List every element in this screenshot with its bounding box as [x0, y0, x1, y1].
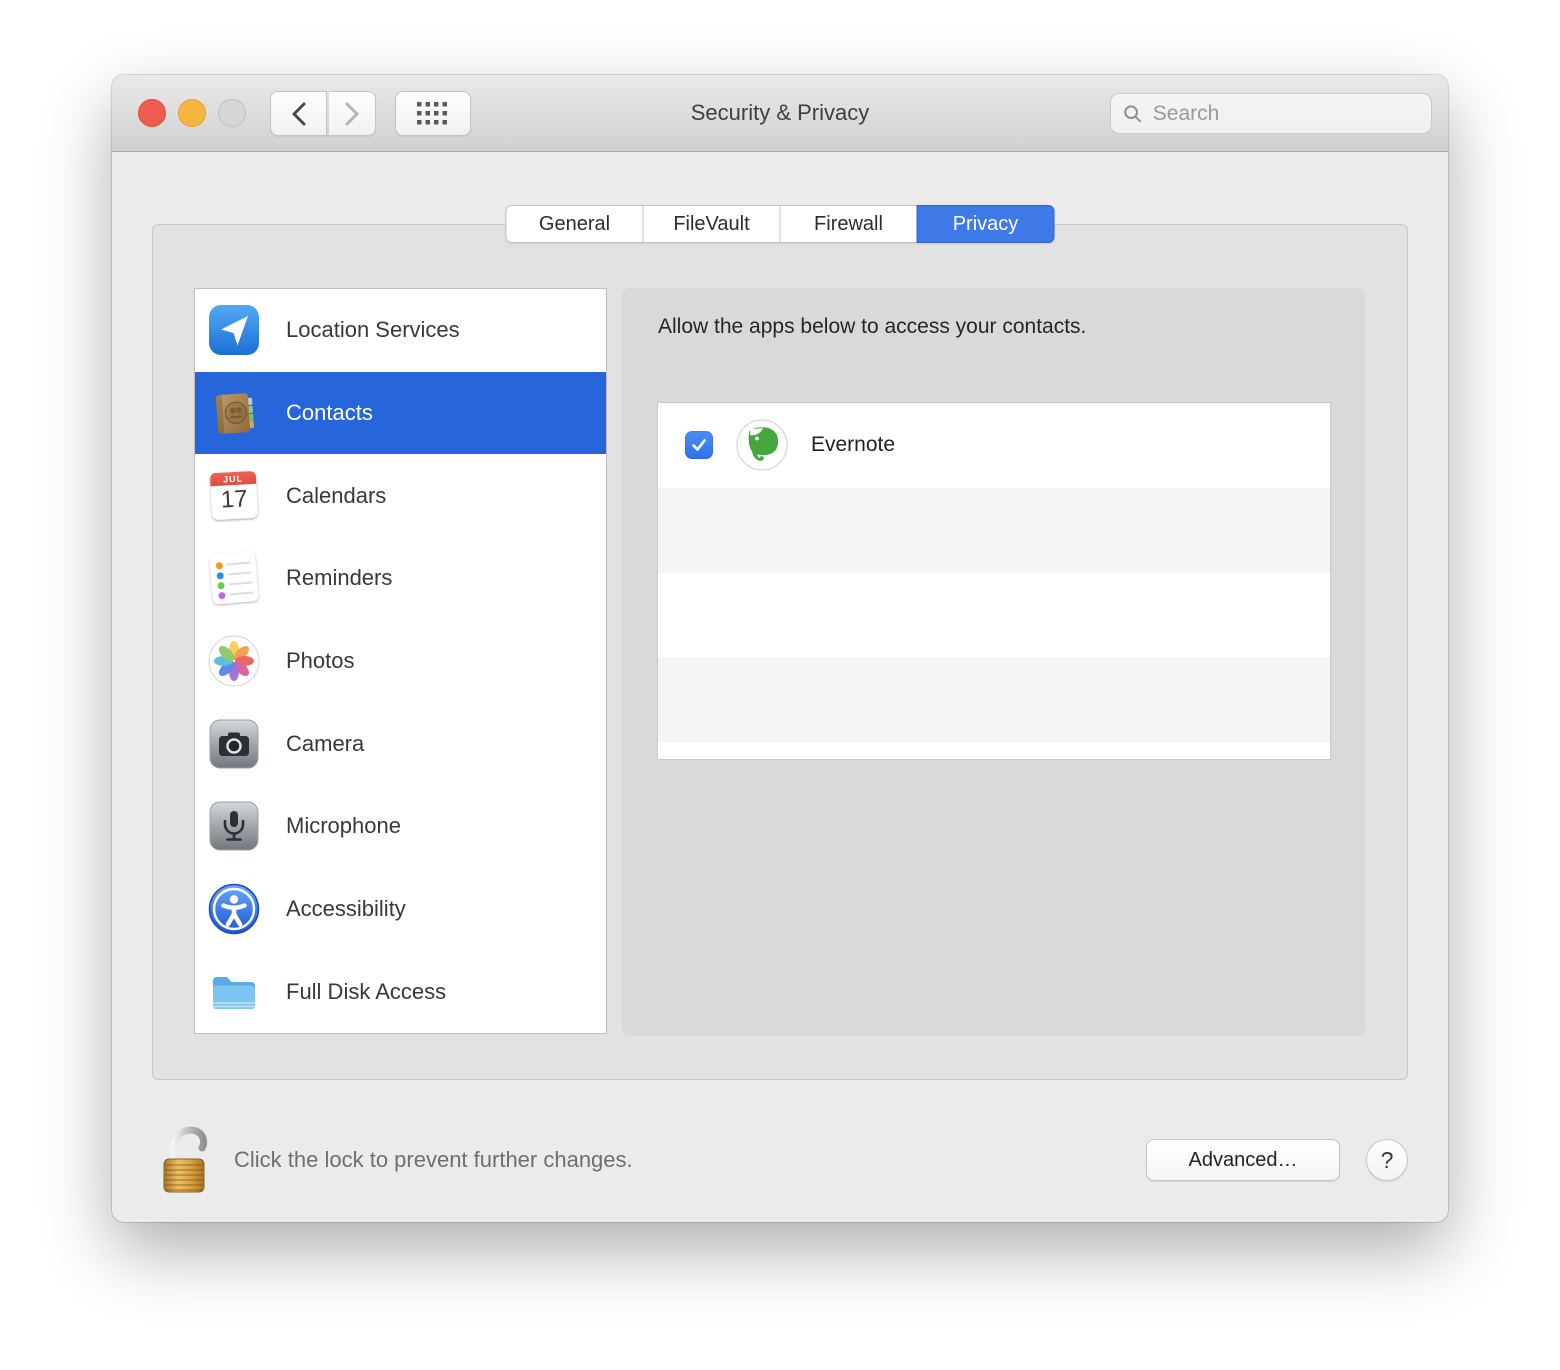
sidebar-item-accessibility[interactable]: Accessibility — [195, 868, 606, 951]
sidebar-item-label: Microphone — [286, 813, 401, 839]
reminders-list-icon — [208, 552, 260, 604]
sidebar-item-reminders[interactable]: Reminders — [195, 537, 606, 620]
tab-firewall[interactable]: Firewall — [780, 205, 918, 243]
window-title: Security & Privacy — [691, 100, 870, 126]
sidebar-item-label: Accessibility — [286, 896, 406, 922]
app-list: Evernote — [657, 402, 1331, 760]
titlebar[interactable]: Security & Privacy — [112, 75, 1448, 152]
security-privacy-window: Security & Privacy General FileVault Fir… — [112, 75, 1448, 1222]
sidebar-item-full-disk-access[interactable]: Full Disk Access — [195, 950, 606, 1033]
sidebar-item-label: Reminders — [286, 565, 392, 591]
evernote-elephant-icon — [736, 419, 788, 471]
accessibility-icon — [208, 883, 260, 935]
contacts-apps-panel: Allow the apps below to access your cont… — [622, 288, 1365, 1036]
lock-message: Click the lock to prevent further change… — [234, 1145, 633, 1175]
folder-icon — [208, 966, 260, 1018]
search-magnifier-icon — [1123, 103, 1143, 125]
forward-button — [329, 91, 376, 136]
microphone-icon — [208, 800, 260, 852]
camera-icon — [208, 718, 260, 770]
calendar-icon: JUL 17 — [208, 470, 260, 522]
sidebar-item-location-services[interactable]: Location Services — [195, 289, 606, 372]
tab-filevault[interactable]: FileVault — [643, 205, 781, 243]
privacy-category-list: Location Services — [194, 288, 607, 1034]
sidebar-item-camera[interactable]: Camera — [195, 702, 606, 785]
help-button[interactable]: ? — [1366, 1139, 1408, 1181]
sidebar-item-label: Calendars — [286, 483, 386, 509]
sidebar-item-label: Full Disk Access — [286, 979, 446, 1005]
sidebar-item-calendars[interactable]: JUL 17 Calendars — [195, 454, 606, 537]
search-input[interactable] — [1153, 102, 1419, 126]
photos-pinwheel-icon — [208, 635, 260, 687]
minimize-button[interactable] — [178, 99, 206, 127]
app-name: Evernote — [811, 433, 895, 457]
back-chevron-icon — [289, 101, 309, 127]
app-row-evernote[interactable]: Evernote — [658, 403, 1330, 488]
sidebar-item-label: Camera — [286, 731, 364, 757]
back-button[interactable] — [270, 91, 327, 136]
unlocked-padlock-icon[interactable] — [160, 1119, 212, 1195]
app-list-empty-row — [658, 657, 1330, 742]
advanced-button[interactable]: Advanced… — [1146, 1139, 1340, 1181]
close-button[interactable] — [138, 99, 166, 127]
search-field[interactable] — [1110, 93, 1432, 134]
contacts-book-icon — [208, 387, 260, 439]
sidebar-item-contacts[interactable]: Contacts — [195, 372, 606, 455]
privacy-tab-content: Location Services — [152, 224, 1408, 1080]
sidebar-item-label: Location Services — [286, 317, 460, 343]
show-all-grid-icon — [417, 102, 449, 126]
show-all-button[interactable] — [395, 91, 471, 136]
evernote-checkbox[interactable] — [685, 431, 713, 459]
tab-bar: General FileVault Firewall Privacy — [506, 205, 1055, 243]
calendar-day: 17 — [211, 485, 258, 515]
forward-chevron-icon — [342, 101, 362, 127]
app-list-empty-row — [658, 488, 1330, 573]
app-list-empty-row — [658, 742, 1330, 759]
panel-header-text: Allow the apps below to access your cont… — [658, 315, 1086, 339]
zoom-button — [218, 99, 246, 127]
checkmark-icon — [690, 436, 708, 454]
calendar-month: JUL — [210, 471, 257, 486]
sidebar-item-microphone[interactable]: Microphone — [195, 785, 606, 868]
sidebar-item-label: Contacts — [286, 400, 373, 426]
location-arrow-icon — [208, 304, 260, 356]
tab-general[interactable]: General — [506, 205, 644, 243]
app-list-empty-row — [658, 573, 1330, 658]
sidebar-item-label: Photos — [286, 648, 355, 674]
sidebar-item-photos[interactable]: Photos — [195, 620, 606, 703]
tab-privacy[interactable]: Privacy — [917, 205, 1055, 243]
